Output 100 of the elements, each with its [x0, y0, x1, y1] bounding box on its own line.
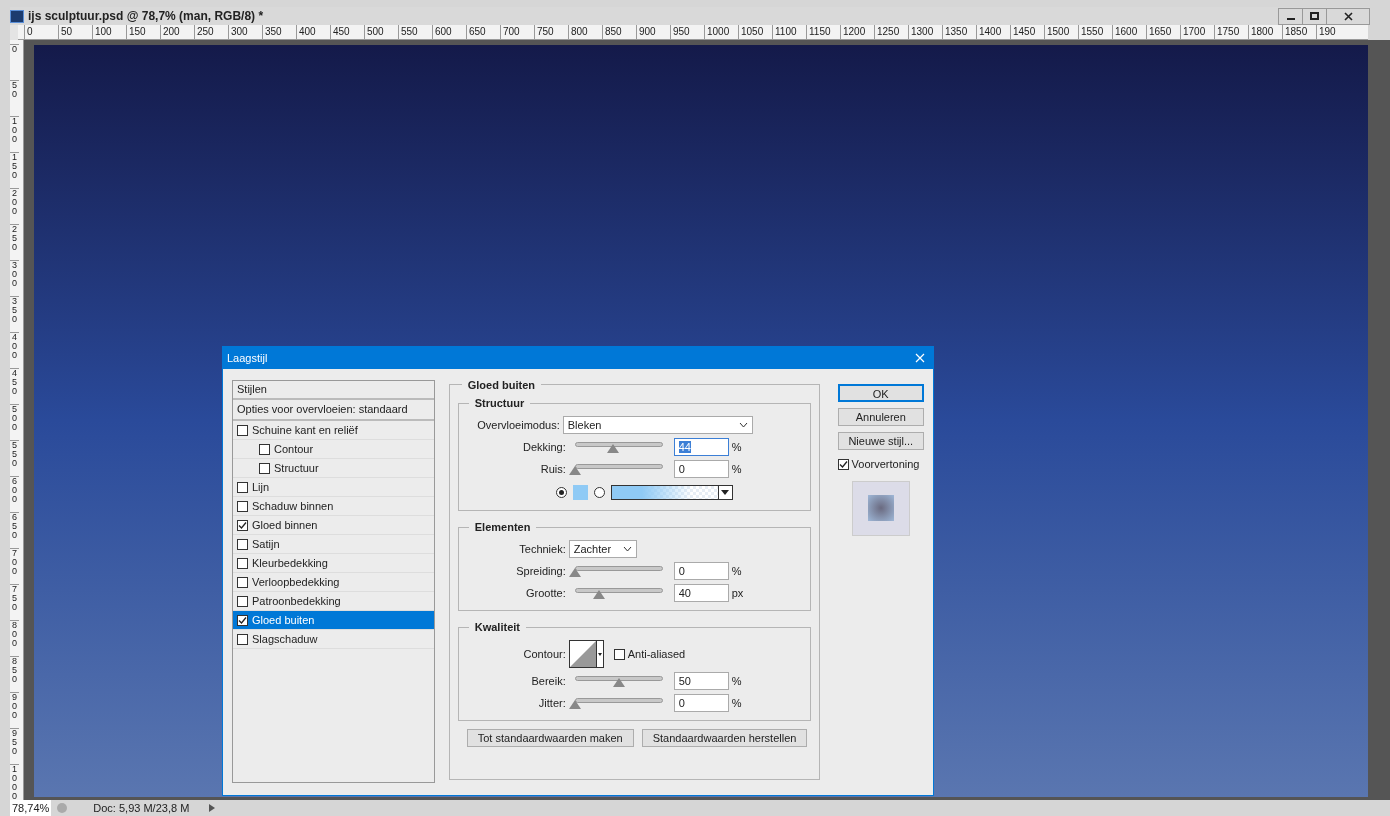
ruler-label: 1750: [1214, 25, 1248, 39]
checkbox[interactable]: [237, 557, 248, 569]
contour-curve-icon: [569, 641, 596, 667]
technique-dropdown[interactable]: Zachter: [568, 540, 637, 558]
defaults-button[interactable]: Standaardwaarden herstellen: [641, 729, 808, 747]
chevron-icon: [738, 422, 748, 428]
ruler-label: 600: [432, 25, 466, 39]
style-list-item[interactable]: Schaduw binnen: [233, 497, 434, 516]
slider-thumb[interactable]: [607, 444, 620, 453]
slider-thumb[interactable]: [568, 568, 581, 577]
checkbox-label: Anti-aliased: [627, 646, 686, 662]
unit-label: %: [731, 695, 742, 711]
slider-thumb[interactable]: [612, 678, 625, 687]
ruler-label: 1850: [1282, 25, 1316, 39]
play-icon[interactable]: [209, 804, 216, 813]
unit-label: %: [731, 563, 742, 579]
style-list-item[interactable]: Verloopbedekking: [233, 573, 434, 592]
checkbox[interactable]: [259, 462, 270, 474]
checkbox[interactable]: [237, 538, 248, 550]
checkbox[interactable]: [613, 648, 625, 660]
slider-label: Grootte:: [525, 585, 567, 601]
value-field[interactable]: 0: [673, 562, 729, 580]
defaults-button[interactable]: Tot standaardwaarden maken: [466, 729, 634, 747]
checkbox[interactable]: [237, 633, 248, 645]
contour-picker[interactable]: [568, 640, 604, 668]
checkbox[interactable]: [237, 481, 248, 493]
ruler-label: 1200: [840, 25, 874, 39]
ruler-label: 200: [160, 25, 194, 39]
value-field[interactable]: 40: [673, 584, 729, 602]
slider-thumb[interactable]: [592, 590, 605, 599]
ruler-label: 190: [1316, 25, 1350, 39]
blending-options-item[interactable]: Opties voor overvloeien: standaard: [233, 400, 434, 421]
style-label: Kleurbedekking: [252, 555, 328, 571]
style-label: Verloopbedekking: [252, 574, 340, 590]
style-list-item[interactable]: Contour: [233, 440, 434, 459]
gradient-picker[interactable]: [610, 484, 733, 500]
checkbox[interactable]: [237, 424, 248, 436]
ruler-label: 1800: [1248, 25, 1282, 39]
checkbox[interactable]: [237, 500, 248, 512]
dialog-button[interactable]: Annuleren: [837, 408, 924, 426]
ruler-label: 1650: [1146, 25, 1180, 39]
style-list-item[interactable]: Gloed binnen: [233, 516, 434, 535]
ruler-label: 250: [10, 224, 19, 260]
slider-label: Spreiding:: [515, 563, 567, 579]
ruler-label: 150: [10, 152, 19, 188]
ruler-label: 450: [330, 25, 364, 39]
checkbox[interactable]: [259, 443, 270, 455]
checkbox[interactable]: [237, 595, 248, 607]
ruler-label: 800: [568, 25, 602, 39]
ruler-label: 400: [10, 332, 19, 368]
blend-mode-dropdown[interactable]: Bleken: [562, 416, 753, 434]
style-label: Schaduw binnen: [252, 498, 334, 514]
style-list-item[interactable]: Gloed buiten: [233, 611, 434, 630]
zoom-level: 78,74%: [10, 800, 52, 816]
color-swatch[interactable]: [572, 484, 588, 500]
checkbox[interactable]: [237, 576, 248, 588]
style-label: Schuine kant en reliëf: [252, 422, 358, 438]
close-icon[interactable]: [915, 353, 925, 363]
style-label: Structuur: [274, 460, 319, 476]
slider-thumb[interactable]: [568, 700, 581, 709]
style-label: Gloed buiten: [252, 612, 315, 628]
style-list-item[interactable]: Lijn: [233, 478, 434, 497]
ruler-label: 600: [10, 476, 19, 512]
ruler-label: 500: [364, 25, 398, 39]
value-field[interactable]: 0: [673, 694, 729, 712]
style-label: Satijn: [252, 536, 280, 552]
field-label: Overvloeimodus:: [476, 417, 561, 433]
checkbox-checked[interactable]: [837, 458, 849, 470]
ruler-label: 1100: [772, 25, 806, 39]
value-field[interactable]: 50: [673, 672, 729, 690]
style-list-item[interactable]: Structuur: [233, 459, 434, 478]
slider-thumb[interactable]: [568, 466, 581, 475]
ruler-label: 850: [602, 25, 636, 39]
style-list-item[interactable]: Kleurbedekking: [233, 554, 434, 573]
ruler-label: 200: [10, 188, 19, 224]
value-field[interactable]: 44: [673, 438, 729, 456]
unit-label: %: [731, 439, 742, 455]
ruler-label: 300: [10, 260, 19, 296]
styles-header[interactable]: Stijlen: [233, 381, 434, 400]
preview-thumbnail: [851, 480, 910, 536]
dialog-button[interactable]: Nieuwe stijl...: [837, 432, 924, 450]
chevron-icon: [622, 546, 632, 552]
slider-label: Jitter:: [537, 695, 567, 711]
checkbox-checked[interactable]: [237, 519, 248, 531]
ruler-label: 1600: [1112, 25, 1146, 39]
value-field[interactable]: 0: [673, 460, 729, 478]
style-list-item[interactable]: Satijn: [233, 535, 434, 554]
style-label: Gloed binnen: [252, 517, 318, 533]
ruler-label: 900: [636, 25, 670, 39]
checkbox-checked[interactable]: [237, 614, 248, 626]
style-list-item[interactable]: Slagschaduw: [233, 630, 434, 649]
ruler-label: 100: [10, 116, 19, 152]
style-label: Contour: [274, 441, 314, 457]
ruler-label: 1300: [908, 25, 942, 39]
style-list-item[interactable]: Schuine kant en reliëf: [233, 421, 434, 440]
radio-button[interactable]: [555, 486, 567, 498]
ruler-label: 300: [228, 25, 262, 39]
ruler-label: 50: [58, 25, 92, 39]
radio-button[interactable]: [593, 486, 605, 498]
dialog-button[interactable]: OK: [837, 384, 924, 402]
